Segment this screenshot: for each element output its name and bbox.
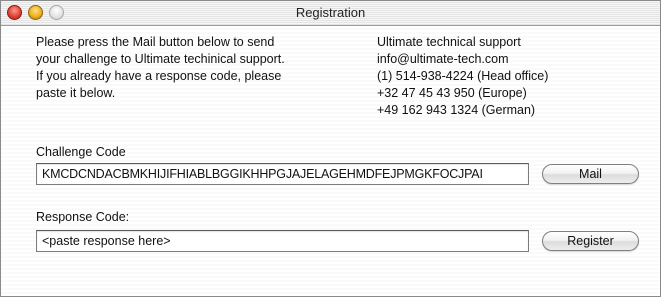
support-email: info@ultimate-tech.com <box>377 52 509 66</box>
instructions-line: Please press the Mail button below to se… <box>36 35 275 49</box>
support-name: Ultimate technical support <box>377 35 521 49</box>
title-bar[interactable]: Registration <box>1 1 660 26</box>
instructions-line: If you already have a response code, ple… <box>36 69 282 83</box>
instructions-line: paste it below. <box>36 86 116 100</box>
mail-button[interactable]: Mail <box>542 164 639 184</box>
registration-window: Registration Please press the Mail butto… <box>0 0 661 297</box>
response-code-field[interactable]: <paste response here> <box>36 230 529 252</box>
challenge-code-label: Challenge Code <box>36 145 126 159</box>
support-phone-europe: +32 47 45 43 950 (Europe) <box>377 86 527 100</box>
support-contact-info: Ultimate technical support info@ultimate… <box>377 34 548 119</box>
challenge-code-field[interactable]: KMCDCNDACBMKHIJIFHIABLBGGIKHHPGJAJELAGEH… <box>36 163 529 185</box>
response-code-label: Response Code: <box>36 210 130 224</box>
window-title: Registration <box>295 5 366 20</box>
support-phone-head-office: (1) 514-938-4224 (Head office) <box>377 69 549 83</box>
support-phone-german: +49 162 943 1324 (German) <box>377 103 536 117</box>
instructions-text: Please press the Mail button below to se… <box>36 34 285 102</box>
instructions-line: your challenge to Ultimate techinical su… <box>36 52 285 66</box>
register-button[interactable]: Register <box>542 231 639 251</box>
